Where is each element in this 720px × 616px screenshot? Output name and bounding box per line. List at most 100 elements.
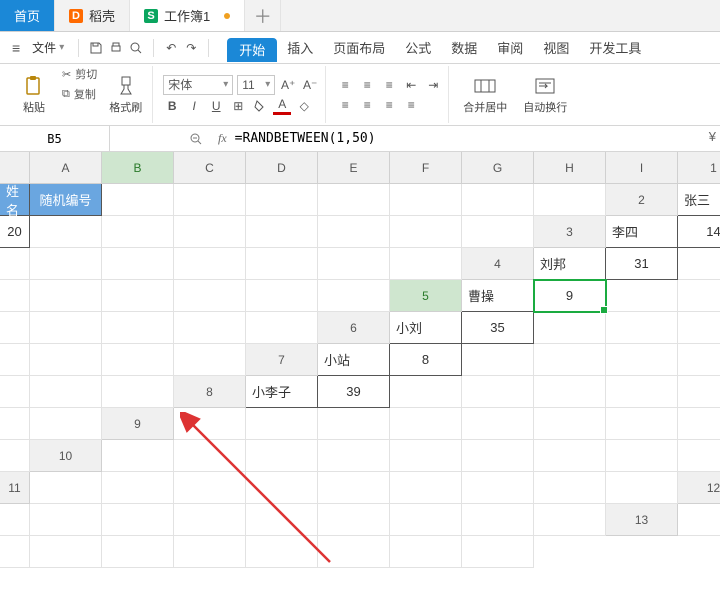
cell-D3[interactable]: [30, 248, 102, 280]
cell-I8[interactable]: [30, 408, 102, 440]
cell-I12[interactable]: [534, 504, 606, 536]
cell-I2[interactable]: [462, 216, 534, 248]
row-header-13[interactable]: 13: [606, 504, 678, 536]
cell-E9[interactable]: [462, 408, 534, 440]
cell-C6[interactable]: [534, 312, 606, 344]
cell-B5[interactable]: 9: [534, 280, 606, 312]
cell-F1[interactable]: [318, 184, 390, 216]
cell-D6[interactable]: [606, 312, 678, 344]
cell-I6[interactable]: [174, 344, 246, 376]
cell-E13[interactable]: [174, 536, 246, 568]
cell-A10[interactable]: [102, 440, 174, 472]
cell-C4[interactable]: [678, 248, 720, 280]
cell-E1[interactable]: [246, 184, 318, 216]
cell-C12[interactable]: [102, 504, 174, 536]
cell-A8[interactable]: 小李子: [246, 376, 318, 408]
cell-G13[interactable]: [318, 536, 390, 568]
cell-C2[interactable]: [30, 216, 102, 248]
cell-I9[interactable]: [0, 440, 30, 472]
cell-F2[interactable]: [246, 216, 318, 248]
cell-B3[interactable]: 14: [678, 216, 720, 248]
ribbon-tab-review[interactable]: 审阅: [487, 32, 533, 64]
cell-F7[interactable]: [678, 344, 720, 376]
tab-shell[interactable]: D稻壳: [55, 0, 130, 31]
row-header-5[interactable]: 5: [390, 280, 462, 312]
underline-button[interactable]: U: [207, 97, 225, 115]
row-header-6[interactable]: 6: [318, 312, 390, 344]
ribbon-tab-dev[interactable]: 开发工具: [579, 32, 651, 64]
cell-A11[interactable]: [30, 472, 102, 504]
font-size-select[interactable]: 11▾: [237, 75, 275, 95]
cell-C3[interactable]: [0, 248, 30, 280]
cell-C8[interactable]: [390, 376, 462, 408]
cell-A7[interactable]: 小站: [318, 344, 390, 376]
cell-H11[interactable]: [534, 472, 606, 504]
cell-H3[interactable]: [318, 248, 390, 280]
hamburger-icon[interactable]: ≡: [8, 40, 24, 56]
cell-H4[interactable]: [246, 280, 318, 312]
cell-A2[interactable]: 张三: [678, 184, 720, 216]
decrease-font-icon[interactable]: A⁻: [301, 76, 319, 94]
cell-D13[interactable]: [102, 536, 174, 568]
col-header-H[interactable]: H: [534, 152, 606, 184]
indent-decrease-icon[interactable]: ⇤: [402, 76, 420, 94]
cell-H6[interactable]: [102, 344, 174, 376]
cell-F3[interactable]: [174, 248, 246, 280]
cell-D11[interactable]: [246, 472, 318, 504]
cell-B1[interactable]: 随机编号: [30, 184, 102, 216]
paste-button[interactable]: 粘贴: [14, 66, 54, 123]
row-header-12[interactable]: 12: [678, 472, 720, 504]
redo-icon[interactable]: ↷: [182, 39, 200, 57]
cell-A4[interactable]: 刘邦: [534, 248, 606, 280]
cell-C13[interactable]: [30, 536, 102, 568]
align-top-icon[interactable]: ≡: [336, 76, 354, 94]
cell-A5[interactable]: 曹操: [462, 280, 534, 312]
cell-F6[interactable]: [0, 344, 30, 376]
cell-I5[interactable]: [246, 312, 318, 344]
cell-A12[interactable]: [0, 504, 30, 536]
currency-icon[interactable]: ¥: [709, 129, 716, 144]
cell-G7[interactable]: [0, 376, 30, 408]
ribbon-tab-view[interactable]: 视图: [533, 32, 579, 64]
row-header-1[interactable]: 1: [678, 152, 720, 184]
cell-I13[interactable]: [462, 536, 534, 568]
increase-font-icon[interactable]: A⁺: [279, 76, 297, 94]
cell-H2[interactable]: [390, 216, 462, 248]
cell-C7[interactable]: [462, 344, 534, 376]
zoom-out-icon[interactable]: [180, 132, 212, 146]
cell-D7[interactable]: [534, 344, 606, 376]
ribbon-tab-insert[interactable]: 插入: [277, 32, 323, 64]
cell-F11[interactable]: [390, 472, 462, 504]
cell-C9[interactable]: [318, 408, 390, 440]
cell-I10[interactable]: [678, 440, 720, 472]
align-center-icon[interactable]: ≡: [358, 96, 376, 114]
cell-F10[interactable]: [462, 440, 534, 472]
row-header-9[interactable]: 9: [102, 408, 174, 440]
cell-H10[interactable]: [606, 440, 678, 472]
cell-B7[interactable]: 8: [390, 344, 462, 376]
cell-ref-input[interactable]: [10, 131, 99, 147]
col-header-I[interactable]: I: [606, 152, 678, 184]
cell-E5[interactable]: [0, 312, 30, 344]
borders-button[interactable]: ⊞: [229, 97, 247, 115]
col-header-E[interactable]: E: [318, 152, 390, 184]
font-name-select[interactable]: 宋体▾: [163, 75, 233, 95]
copy-button[interactable]: ⧉复制: [62, 86, 97, 102]
row-header-7[interactable]: 7: [246, 344, 318, 376]
row-header-2[interactable]: 2: [606, 184, 678, 216]
cell-D1[interactable]: [174, 184, 246, 216]
cell-G10[interactable]: [534, 440, 606, 472]
cut-button[interactable]: ✂剪切: [62, 66, 97, 82]
cell-C5[interactable]: [606, 280, 678, 312]
cell-E2[interactable]: [174, 216, 246, 248]
preview-icon[interactable]: [127, 39, 145, 57]
cell-B4[interactable]: 31: [606, 248, 678, 280]
bold-button[interactable]: B: [163, 97, 181, 115]
cell-F12[interactable]: [318, 504, 390, 536]
cell-E8[interactable]: [534, 376, 606, 408]
align-bottom-icon[interactable]: ≡: [380, 76, 398, 94]
row-header-3[interactable]: 3: [534, 216, 606, 248]
cell-B10[interactable]: [174, 440, 246, 472]
row-header-4[interactable]: 4: [462, 248, 534, 280]
format-brush-button[interactable]: 格式刷: [105, 66, 146, 123]
